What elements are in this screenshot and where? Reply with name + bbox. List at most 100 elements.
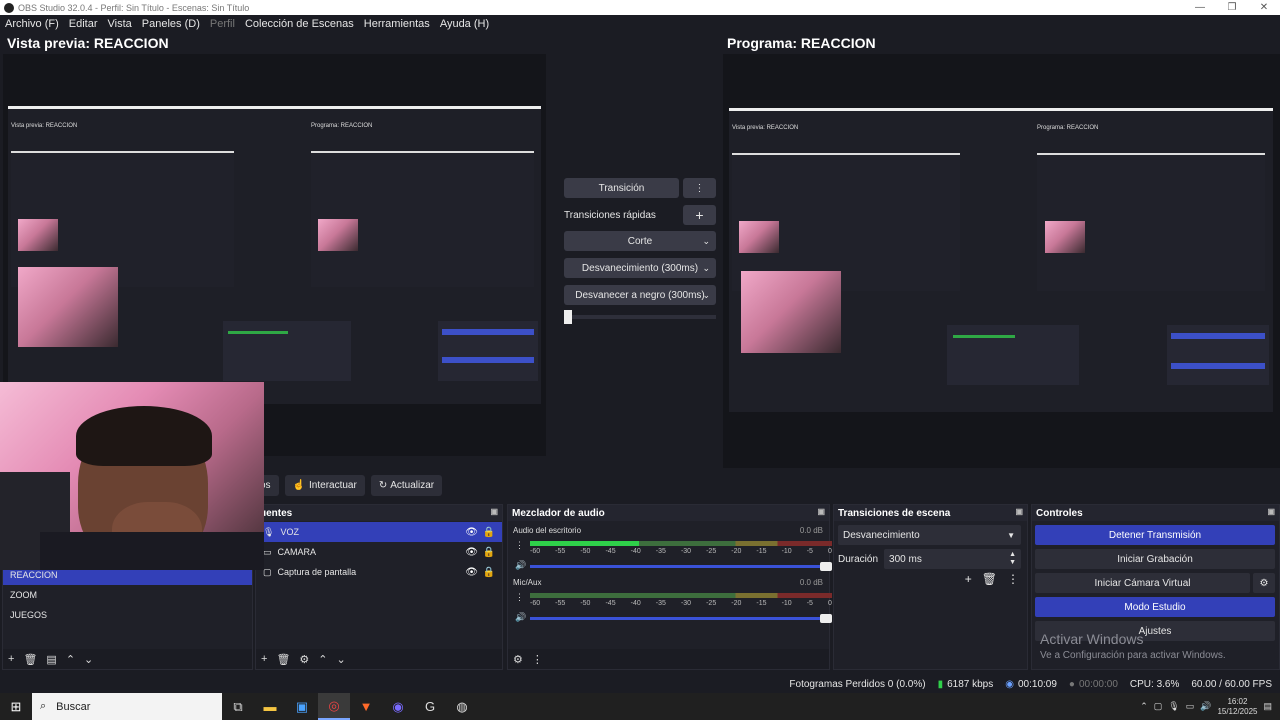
duration-spinbox[interactable]: 300 ms ▲ ▼: [884, 549, 1021, 569]
maximize-button[interactable]: ❐: [1216, 2, 1248, 13]
brave-icon[interactable]: ▼: [350, 693, 382, 720]
transition-select[interactable]: Desvanecimiento ▼: [838, 525, 1021, 545]
source-item-captura[interactable]: ▢ Captura de pantalla 👁 🔒: [256, 562, 502, 582]
task-view-icon[interactable]: ⧉: [222, 693, 254, 720]
trash-icon[interactable]: 🗑: [23, 653, 37, 666]
visibility-eye-icon[interactable]: 👁: [465, 547, 478, 558]
store-icon[interactable]: ▣: [286, 693, 318, 720]
move-down-icon[interactable]: ⌄: [337, 653, 346, 666]
move-up-icon[interactable]: ⌃: [66, 653, 75, 666]
volume-slider[interactable]: [530, 562, 832, 571]
mixer-dock-header: Mezclador de audio ▣: [508, 505, 829, 521]
undock-icon[interactable]: ▣: [1267, 507, 1275, 516]
file-explorer-icon[interactable]: ▬: [254, 693, 286, 720]
refresh-button[interactable]: ↻ Actualizar: [370, 475, 443, 496]
controls-dock-header: Controles ▣: [1032, 505, 1279, 521]
stop-stream-button[interactable]: Detener Transmisión: [1035, 525, 1275, 545]
channel-name: Mic/Aux: [513, 578, 542, 587]
lock-icon[interactable]: 🔒: [483, 527, 495, 538]
studio-mode-button[interactable]: Modo Estudio: [1035, 597, 1275, 617]
meter-tick-label: -25: [706, 600, 717, 607]
filter-icon[interactable]: ▤: [46, 653, 56, 666]
add-icon[interactable]: +: [261, 653, 267, 665]
add-icon[interactable]: +: [965, 572, 972, 586]
search-icon: ⌕: [40, 700, 47, 712]
channel-menu-icon[interactable]: ⋮: [515, 540, 524, 551]
transition-slider[interactable]: [564, 310, 716, 324]
lock-icon[interactable]: 🔒: [483, 547, 495, 558]
mic-tray-icon[interactable]: 🎙: [1168, 701, 1179, 712]
menu-herramientas[interactable]: Herramientas: [364, 18, 430, 30]
tray-app-icon[interactable]: ▢: [1154, 701, 1163, 712]
close-button[interactable]: ✕: [1248, 2, 1280, 13]
menu-dots-icon[interactable]: ⋮: [1007, 572, 1019, 586]
meter-tick-label: 0: [827, 548, 832, 555]
start-virtual-camera-button[interactable]: Iniciar Cámara Virtual: [1035, 573, 1250, 593]
scene-item-juegos[interactable]: JUEGOS: [3, 605, 252, 625]
start-record-button[interactable]: Iniciar Grabación: [1035, 549, 1275, 569]
program-captured-screen: Vista previa: REACCION Programa: REACCIO…: [729, 108, 1273, 412]
volume-slider[interactable]: [530, 614, 832, 623]
obs-taskbar-icon[interactable]: ◍: [446, 693, 478, 720]
mixer-menu-icon[interactable]: ⋮: [532, 653, 543, 666]
trash-icon[interactable]: 🗑: [982, 572, 997, 586]
menu-ayuda[interactable]: Ayuda (H): [440, 18, 489, 30]
chrome-icon[interactable]: ◎: [318, 693, 350, 720]
gear-icon[interactable]: ⚙: [299, 653, 309, 666]
meter-tick-label: -10: [781, 600, 792, 607]
speaker-icon[interactable]: 🔊: [515, 612, 526, 623]
preview-captured-screen: Vista previa: REACCION Programa: REACCIO…: [8, 106, 541, 404]
add-icon[interactable]: +: [8, 653, 14, 665]
source-label: VOZ: [280, 527, 299, 537]
advanced-audio-icon[interactable]: ⚙: [513, 653, 523, 666]
virtual-camera-gear-icon[interactable]: ⚙: [1253, 573, 1275, 593]
menu-coleccion-escenas[interactable]: Colección de Escenas: [245, 18, 354, 30]
undock-icon[interactable]: ▣: [1015, 507, 1023, 516]
tray-chevron-icon[interactable]: ⌃: [1140, 701, 1148, 712]
scene-item-zoom[interactable]: ZOOM: [3, 585, 252, 605]
volume-handle[interactable]: [820, 562, 832, 571]
menu-editar[interactable]: Editar: [69, 18, 98, 30]
discord-icon[interactable]: ◉: [382, 693, 414, 720]
speaker-icon[interactable]: 🔊: [515, 560, 526, 571]
taskbar-search[interactable]: ⌕ Buscar: [32, 693, 222, 720]
clock[interactable]: 16:02 15/12/2025: [1217, 697, 1257, 717]
refresh-icon: ↻: [378, 480, 388, 491]
network-icon[interactable]: ▭: [1186, 701, 1195, 712]
volume-handle[interactable]: [820, 614, 832, 623]
move-up-icon[interactable]: ⌃: [318, 653, 327, 666]
visibility-eye-icon[interactable]: 👁: [465, 567, 478, 578]
spin-arrows-icon[interactable]: ▲ ▼: [1009, 551, 1016, 567]
minimize-button[interactable]: —: [1184, 2, 1216, 13]
quick-transition-fade[interactable]: Desvanecimiento (300ms) ⌄: [564, 258, 716, 278]
undock-icon[interactable]: ▣: [817, 507, 825, 516]
volume-tray-icon[interactable]: 🔊: [1200, 701, 1211, 712]
notifications-icon[interactable]: ▤: [1263, 701, 1272, 712]
transition-button[interactable]: Transición: [564, 178, 679, 198]
dropdown-arrow-icon: ▼: [1007, 530, 1015, 540]
channel-menu-icon[interactable]: ⋮: [515, 592, 524, 603]
meter-tick-label: -30: [680, 548, 692, 555]
add-quick-transition-button[interactable]: +: [683, 205, 716, 225]
transition-slider-handle[interactable]: [564, 310, 572, 324]
menu-vista[interactable]: Vista: [108, 18, 132, 30]
source-item-voz[interactable]: 🎙 VOZ 👁 🔒: [256, 522, 502, 542]
lock-icon[interactable]: 🔒: [483, 567, 495, 578]
quick-transition-corte[interactable]: Corte ⌄: [564, 231, 716, 251]
interact-button[interactable]: ☝ Interactuar: [284, 475, 365, 496]
visibility-eye-icon[interactable]: 👁: [465, 527, 478, 538]
quick-transition-fade-black[interactable]: Desvanecer a negro (300ms) ⌄: [564, 285, 716, 305]
stream-time: 00:10:09: [1017, 678, 1057, 690]
source-item-camara[interactable]: ▭ CAMARA 👁 🔒: [256, 542, 502, 562]
menu-archivo[interactable]: Archivo (F): [5, 18, 59, 30]
meter-tick-label: -60: [530, 548, 541, 555]
app-g-icon[interactable]: G: [414, 693, 446, 720]
menu-perfil[interactable]: Perfil: [210, 18, 235, 30]
trash-icon[interactable]: 🗑: [276, 653, 290, 666]
windows-start-icon[interactable]: ⊞: [0, 693, 32, 720]
transition-menu-icon[interactable]: ⋮: [683, 178, 716, 198]
menu-paneles[interactable]: Paneles (D): [142, 18, 200, 30]
clock-date: 15/12/2025: [1217, 706, 1258, 716]
move-down-icon[interactable]: ⌄: [84, 653, 93, 666]
undock-icon[interactable]: ▣: [490, 507, 498, 516]
